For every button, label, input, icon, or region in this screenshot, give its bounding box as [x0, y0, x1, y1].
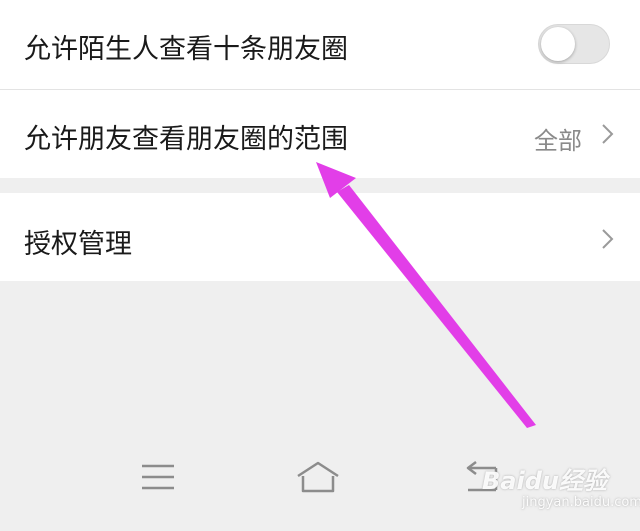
setting-label-authorization: 授权管理 — [24, 229, 132, 260]
toggle-knob — [541, 27, 575, 61]
watermark-brand: Baidu经验 — [482, 467, 607, 495]
allow-strangers-toggle[interactable] — [538, 24, 610, 64]
setting-value-moments-range: 全部 — [534, 127, 582, 155]
watermark-url: jingyan.baidu.com — [522, 495, 640, 510]
setting-row-authorization[interactable]: 授权管理 — [0, 193, 640, 281]
setting-label-moments-range: 允许朋友查看朋友圈的范围 — [24, 124, 348, 155]
chevron-right-icon — [602, 124, 614, 144]
home-icon[interactable] — [288, 458, 348, 498]
setting-label-allow-strangers: 允许陌生人查看十条朋友圈 — [24, 34, 348, 65]
menu-icon[interactable] — [128, 458, 188, 498]
setting-row-moments-range[interactable]: 允许朋友查看朋友圈的范围 全部 — [0, 90, 640, 178]
setting-row-allow-strangers[interactable]: 允许陌生人查看十条朋友圈 — [0, 0, 640, 90]
baidu-jingyan-watermark: Baidu经验 jingyan.baidu.com — [482, 461, 640, 521]
chevron-right-icon — [602, 229, 614, 249]
